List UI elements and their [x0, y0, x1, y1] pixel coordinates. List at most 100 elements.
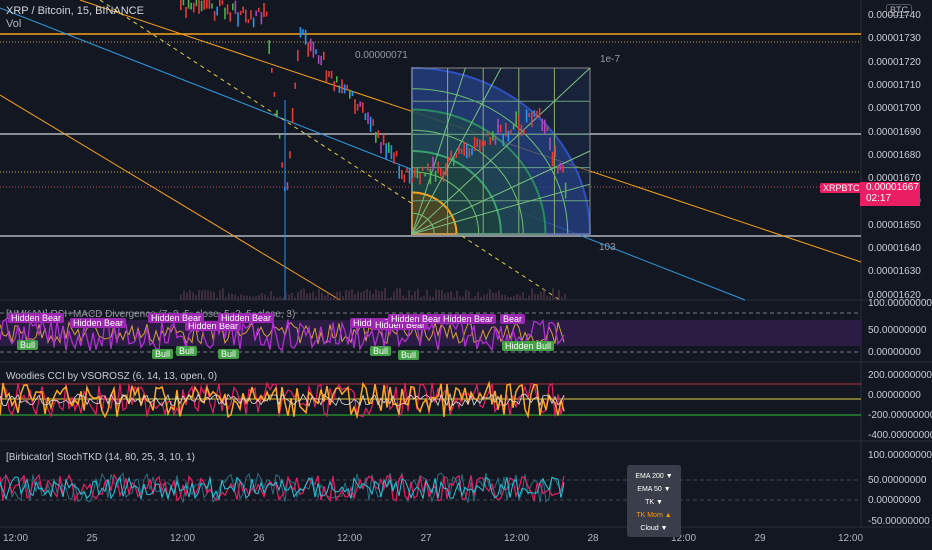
indicator-axis-tick: 50.00000000: [868, 325, 927, 336]
signal-ema200: EMA 200 ▼: [635, 473, 673, 480]
volume-bar: [342, 296, 344, 300]
chart-canvas[interactable]: [0, 0, 932, 550]
candle: [463, 142, 465, 156]
candle: [271, 68, 273, 73]
volume-bar: [525, 297, 527, 300]
volume-bar: [561, 297, 563, 300]
volume-bar: [420, 297, 422, 300]
volume-bar: [249, 296, 251, 300]
candle: [255, 10, 257, 17]
divergence-tag-bear: Bear: [500, 314, 526, 324]
volume-bar: [294, 297, 296, 300]
volume-bar: [465, 289, 467, 300]
candle: [310, 38, 312, 52]
candle: [317, 55, 320, 64]
volume-bar: [291, 292, 293, 300]
price-tick: 0.00001740: [868, 10, 921, 21]
volume-bar: [183, 290, 185, 300]
volume-bar: [441, 289, 443, 300]
candle: [343, 84, 346, 94]
volume-bar: [423, 295, 425, 300]
volume-bar: [522, 292, 524, 300]
volume-bar: [450, 291, 452, 300]
candle: [434, 170, 437, 182]
candle: [208, 0, 211, 9]
price-tick: 0.00001710: [868, 79, 921, 91]
volume-bar: [510, 296, 512, 300]
divergence-tag-bull: Bull: [152, 349, 174, 359]
candle: [528, 112, 530, 118]
candle: [551, 151, 554, 167]
volume-bar: [558, 289, 560, 300]
candle: [359, 101, 361, 107]
candle: [512, 124, 515, 130]
volume-bar: [537, 293, 539, 300]
candle: [453, 155, 455, 167]
candle: [180, 0, 182, 11]
candle: [432, 156, 434, 171]
volume-bar: [198, 289, 200, 300]
candle: [252, 17, 255, 28]
volume-bar: [330, 297, 332, 300]
candle: [486, 131, 489, 136]
candle: [242, 6, 244, 14]
candle: [538, 108, 541, 119]
volume-bar: [438, 289, 440, 300]
volume-bar: [333, 296, 335, 300]
volume-bar: [312, 291, 314, 300]
stoch-indicator-title[interactable]: [Birbicator] StochTKD (14, 80, 25, 3, 10…: [6, 452, 195, 463]
candle: [455, 153, 458, 159]
candle: [232, 3, 234, 11]
volume-bar: [339, 291, 341, 300]
volume-bar: [219, 290, 221, 300]
candle: [369, 116, 372, 132]
candle: [549, 137, 551, 151]
volume-bar: [564, 293, 566, 300]
volume-bar: [240, 294, 242, 300]
signal-tk: TK ▼: [645, 499, 663, 506]
volume-bar: [195, 295, 197, 300]
volume-bar: [315, 296, 317, 300]
candle: [294, 82, 296, 89]
volume-bar: [231, 293, 233, 300]
candle: [250, 10, 252, 20]
volume-bar: [189, 289, 191, 300]
volume-bar: [369, 290, 371, 300]
cci-indicator-title[interactable]: Woodies CCI by VSOROSZ (6, 14, 13, open,…: [6, 371, 217, 382]
candle: [559, 162, 562, 171]
volume-bar: [303, 288, 305, 300]
candle: [333, 81, 335, 92]
price-tick: 0.00001730: [868, 33, 921, 45]
volume-bar: [471, 297, 473, 300]
volume-bar: [405, 297, 407, 300]
signal-tk-mom: TK Mom ▲: [636, 512, 672, 519]
candle: [525, 109, 528, 123]
volume-bar: [393, 291, 395, 300]
candle: [289, 151, 291, 159]
candle: [395, 150, 398, 157]
price-tick: 0.00001640: [868, 243, 921, 254]
volume-bar: [528, 295, 530, 300]
volume-bar: [327, 293, 329, 300]
candle: [187, 0, 190, 9]
candle: [182, 0, 185, 6]
volume-bar: [258, 295, 260, 300]
candle: [471, 148, 473, 156]
gann-price-range-label: 0.00000071: [355, 50, 408, 61]
indicator-axis-tick: 100.00000000: [868, 298, 932, 309]
volume-bar: [459, 296, 461, 300]
volume-bar: [447, 292, 449, 300]
candle: [224, 7, 226, 20]
candle: [382, 134, 385, 146]
indicator-axis-tick: -50.00000000: [868, 516, 930, 527]
volume-bar: [360, 292, 362, 300]
volume-bar: [468, 291, 470, 300]
volume-bar: [366, 288, 368, 300]
volume-bar: [477, 291, 479, 300]
candle: [536, 110, 538, 118]
volume-bar: [453, 297, 455, 300]
candle: [544, 119, 546, 135]
candle: [484, 140, 486, 146]
candle: [185, 6, 187, 18]
signal-popup: EMA 200 ▼ EMA 50 ▼ TK ▼ TK Mom ▲ Cloud ▼: [627, 465, 681, 537]
